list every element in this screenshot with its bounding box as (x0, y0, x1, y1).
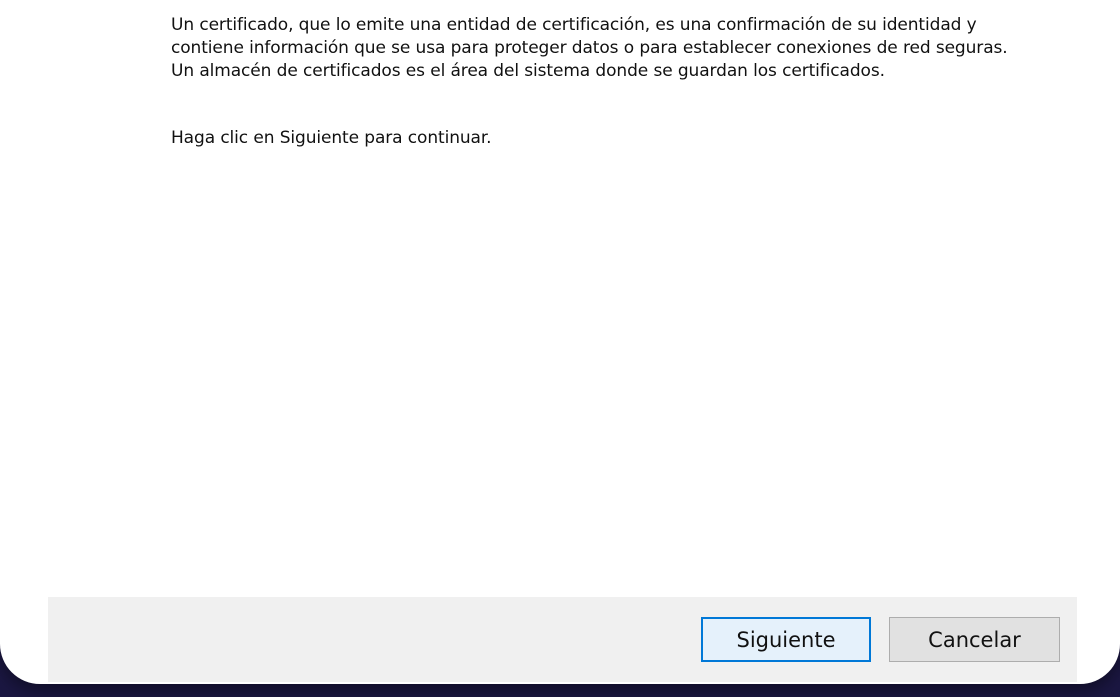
cancel-button[interactable]: Cancelar (889, 617, 1060, 662)
next-button[interactable]: Siguiente (701, 617, 871, 662)
wizard-button-bar: Siguiente Cancelar (48, 597, 1077, 682)
certificate-description-text: Un certificado, que lo emite una entidad… (171, 15, 1008, 81)
certificate-import-wizard-dialog: Un certificado, que lo emite una entidad… (0, 0, 1120, 684)
wizard-content: Un certificado, que lo emite una entidad… (171, 14, 1011, 150)
continue-instruction-text: Haga clic en Siguiente para continuar. (171, 128, 492, 148)
